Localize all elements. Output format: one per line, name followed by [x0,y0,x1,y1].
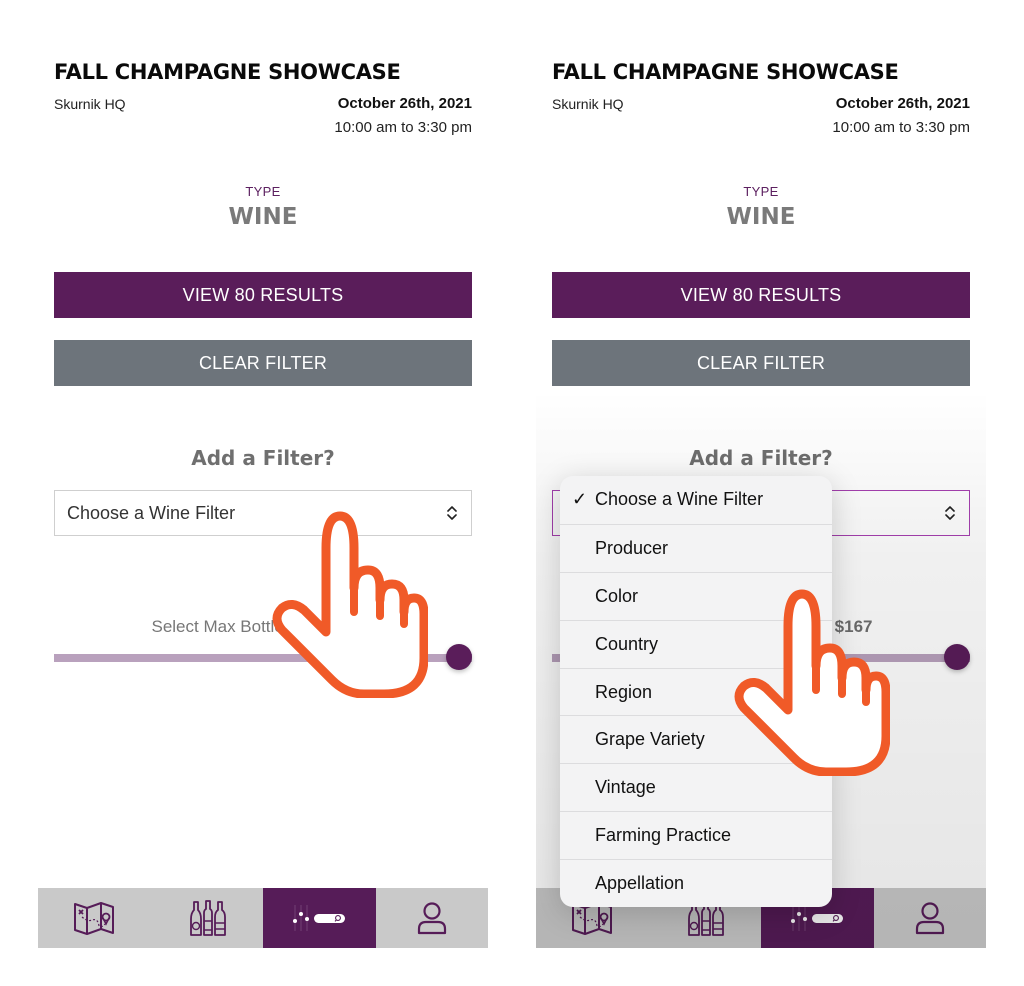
event-venue: Skurnik HQ [552,96,624,112]
filter-option-label: Vintage [595,777,656,798]
filter-option-farming-practice[interactable]: Farming Practice [560,811,832,859]
type-label: TYPE [743,184,779,199]
filter-option-country[interactable]: Country [560,619,832,668]
wine-filter-options-menu: ✓ Choose a Wine Filter Producer Color Countr… [560,476,832,908]
event-date: October 26th, 2021 [337,95,472,112]
clear-filter-button[interactable]: CLEAR FILTER [54,340,472,386]
map-icon [74,902,115,935]
nav-profile[interactable] [874,888,987,948]
bottles-icon [189,900,226,936]
filter-option-label: Grape Variety [595,729,705,750]
chevron-up-down-icon [945,506,955,520]
event-date: October 26th, 2021 [835,95,970,112]
filter-option-vintage[interactable]: Vintage [560,763,832,811]
bottom-nav [38,888,488,948]
event-venue: Skurnik HQ [54,96,126,112]
wine-filter-selected-value: Choose a Wine Filter [67,502,236,523]
type-value: WINE [228,204,298,230]
view-results-button[interactable]: VIEW 80 RESULTS [54,272,472,318]
add-filter-heading: Add a Filter? [689,446,833,470]
max-price-label: Select Max Bottle Price: $167 [38,617,488,637]
type-label: TYPE [245,184,281,199]
event-title: FALL CHAMPAGNE SHOWCASE [54,60,401,84]
max-price-slider-track[interactable] [54,654,472,662]
event-title: FALL CHAMPAGNE SHOWCASE [552,60,899,84]
view-results-button[interactable]: VIEW 80 RESULTS [552,272,970,318]
max-price-label-text: Select Max Bottle Price: [151,617,337,636]
filter-option-label: Region [595,681,653,702]
filter-option-label: Farming Practice [595,825,732,846]
filter-option-grape-variety[interactable]: Grape Variety [560,715,832,763]
nav-wines[interactable] [151,888,264,948]
filter-option-producer[interactable]: Producer [560,523,832,572]
filter-search-icon [791,905,844,931]
event-time: 10:00 am to 3:30 pm [832,119,970,136]
tap-hand-icon [272,511,428,698]
nav-profile[interactable] [376,888,489,948]
max-price-value: $167 [336,617,375,636]
user-icon [915,902,944,935]
filter-option-region[interactable]: Region [560,667,832,716]
filter-option-choose-a-wine-filter[interactable]: ✓ Choose a Wine Filter [560,476,832,524]
filter-option-color[interactable]: Color [560,571,832,620]
filter-option-label: Country [595,633,659,654]
phone-screen-open-select: FALL CHAMPAGNE SHOWCASE Skurnik HQ Octob… [536,40,986,948]
filter-option-label: Appellation [595,873,685,894]
chevron-up-down-icon [447,506,457,520]
event-time: 10:00 am to 3:30 pm [334,119,472,136]
max-price-slider-thumb[interactable] [944,644,970,670]
filter-search-icon [293,905,346,931]
wine-filter-select[interactable]: Choose a Wine Filter [54,490,472,536]
filter-option-label: Producer [595,537,669,558]
max-price-value: $167 [834,617,873,636]
nav-filter[interactable] [263,888,376,948]
clear-filter-button[interactable]: CLEAR FILTER [552,340,970,386]
phone-screen-closed-select: FALL CHAMPAGNE SHOWCASE Skurnik HQ Octob… [38,40,488,948]
add-filter-heading: Add a Filter? [191,446,335,470]
user-icon [417,902,446,935]
filter-option-appellation[interactable]: Appellation [560,859,832,907]
filter-option-label: Color [595,585,639,606]
filter-option-label: Choose a Wine Filter [595,489,764,510]
type-value: WINE [726,204,796,230]
nav-map[interactable] [38,888,151,948]
checkmark-icon: ✓ [572,489,588,510]
max-price-slider-thumb[interactable] [446,644,472,670]
